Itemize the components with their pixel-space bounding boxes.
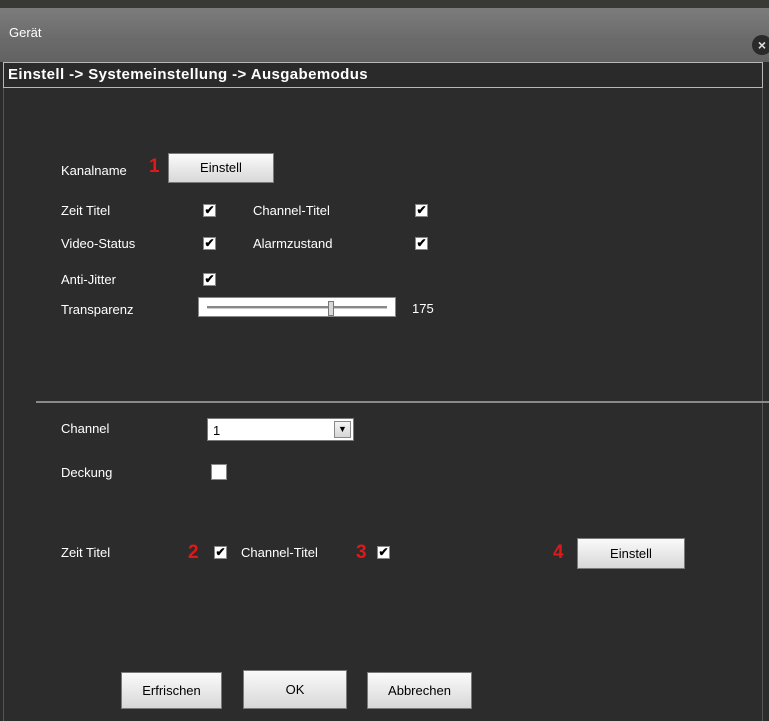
section-divider: [36, 401, 769, 403]
channel-titel-label-2: Channel-Titel: [241, 545, 318, 560]
video-status-label: Video-Status: [61, 236, 136, 251]
channel-einstell-button[interactable]: Einstell: [577, 538, 685, 569]
window-title: Gerät: [9, 25, 42, 40]
marker-4: 4: [553, 542, 564, 563]
chevron-down-icon[interactable]: ▼: [334, 421, 351, 438]
breadcrumb: Einstell -> Systemeinstellung -> Ausgabe…: [3, 62, 763, 88]
slider-track: [207, 306, 387, 309]
settings-panel: [3, 88, 763, 721]
alarmzustand-checkbox[interactable]: ✔: [415, 237, 428, 250]
channel-select[interactable]: 1 ▼: [207, 418, 354, 441]
close-icon[interactable]: ×: [752, 35, 769, 55]
marker-2: 2: [188, 542, 199, 563]
transparenz-slider[interactable]: [198, 297, 396, 317]
kanalname-label: Kanalname: [61, 163, 127, 178]
marker-3: 3: [356, 542, 367, 563]
channel-titel-checkbox[interactable]: ✔: [415, 204, 428, 217]
ok-button[interactable]: OK: [243, 670, 347, 709]
zeit-titel-checkbox[interactable]: ✔: [203, 204, 216, 217]
breadcrumb-text: Einstell -> Systemeinstellung -> Ausgabe…: [8, 66, 369, 83]
deckung-label: Deckung: [61, 465, 113, 480]
zeit-titel-checkbox-2[interactable]: ✔: [214, 546, 227, 559]
channel-label: Channel: [61, 421, 110, 436]
channel-titel-checkbox-2[interactable]: ✔: [377, 546, 390, 559]
cancel-button[interactable]: Abbrechen: [367, 672, 472, 709]
alarmzustand-label: Alarmzustand: [253, 236, 333, 251]
channel-select-value: 1: [213, 423, 221, 438]
marker-1: 1: [149, 156, 160, 177]
slider-thumb[interactable]: [327, 301, 334, 316]
anti-jitter-checkbox[interactable]: ✔: [203, 273, 216, 286]
channel-titel-label: Channel-Titel: [253, 203, 330, 218]
transparenz-label: Transparenz: [61, 302, 134, 317]
window-titlebar[interactable]: Gerät ×: [0, 8, 769, 62]
deckung-checkbox[interactable]: [211, 464, 227, 480]
zeit-titel-label: Zeit Titel: [61, 203, 111, 218]
zeit-titel-label-2: Zeit Titel: [61, 545, 111, 560]
anti-jitter-label: Anti-Jitter: [61, 272, 116, 287]
top-strip: [0, 0, 769, 8]
refresh-button[interactable]: Erfrischen: [121, 672, 222, 709]
kanalname-einstell-button[interactable]: Einstell: [168, 153, 274, 183]
transparenz-value: 175: [412, 301, 434, 316]
video-status-checkbox[interactable]: ✔: [203, 237, 216, 250]
